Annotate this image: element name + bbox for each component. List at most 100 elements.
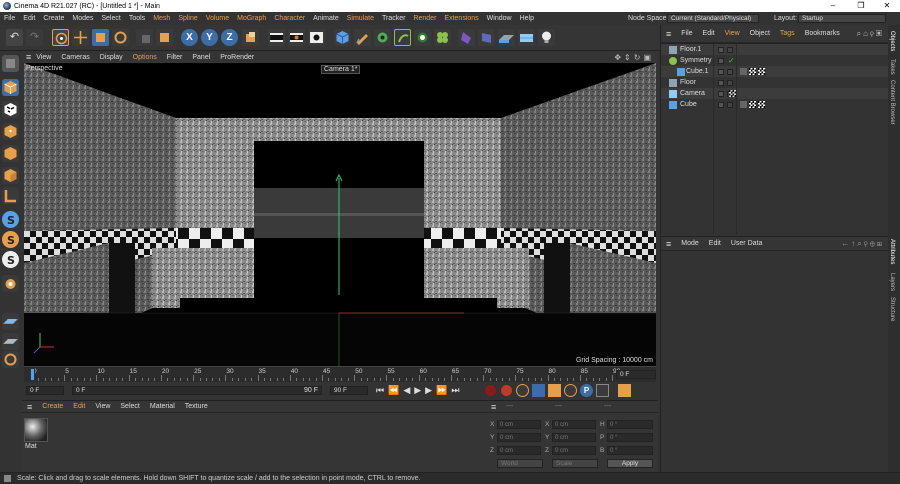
camera-label[interactable]: Camera 1*	[321, 65, 361, 74]
render-toggle[interactable]	[727, 68, 733, 75]
render-toggle[interactable]	[727, 79, 733, 86]
start-frame-field[interactable]: 0 F	[26, 386, 64, 395]
menu-modes[interactable]: Modes	[68, 15, 97, 22]
workplane-snap-icon[interactable]: S	[2, 251, 19, 268]
render-view-icon[interactable]	[268, 29, 285, 46]
x-axis-lock-icon[interactable]: X	[181, 29, 198, 46]
tab-content-browser[interactable]: Content Browser	[889, 80, 895, 125]
attribute-menu-mode[interactable]: Mode	[676, 240, 704, 247]
axis-mode-icon[interactable]	[2, 187, 19, 204]
play-icon[interactable]: ▶	[414, 385, 421, 396]
snap-settings-icon[interactable]: S	[2, 231, 19, 248]
recent-tools-icon[interactable]	[136, 29, 153, 46]
previous-key-icon[interactable]: ⏪	[388, 385, 399, 396]
menu-mesh[interactable]: Mesh	[149, 15, 174, 22]
material-menu-material[interactable]: Material	[145, 403, 180, 410]
material-hamburger-icon[interactable]: ≡	[22, 402, 37, 412]
viewport-menu-panel[interactable]: Panel	[187, 54, 215, 61]
edges-mode-icon[interactable]	[2, 145, 19, 162]
timeline-playhead[interactable]	[30, 368, 35, 381]
cloner-icon[interactable]	[414, 29, 431, 46]
menu-render[interactable]: Render	[409, 15, 440, 22]
object-name[interactable]: Cube.1	[686, 68, 709, 75]
position-key-icon[interactable]	[532, 384, 545, 397]
point-level-icon[interactable]	[596, 384, 609, 397]
object-row-symmetry[interactable]: Symmetry ✓	[661, 55, 889, 66]
phong-tag-icon[interactable]	[740, 101, 747, 108]
tweak-icon[interactable]	[2, 275, 19, 292]
object-row-cube-1[interactable]: Cube.1	[661, 66, 889, 77]
object-menu-bookmarks[interactable]: Bookmarks	[800, 30, 845, 37]
model-mode-icon[interactable]	[2, 79, 19, 96]
close-button[interactable]: ✕	[874, 0, 900, 12]
render-toggle[interactable]	[727, 101, 733, 108]
workplane-icon[interactable]	[2, 313, 19, 330]
tab-attributes[interactable]: Attributes	[889, 239, 895, 264]
material-thumbnail[interactable]	[24, 418, 48, 442]
record-active-objects-icon[interactable]	[484, 384, 497, 397]
menu-edit[interactable]: Edit	[19, 15, 39, 22]
object-menu-edit[interactable]: Edit	[698, 30, 720, 37]
attribute-menu-edit[interactable]: Edit	[704, 240, 726, 247]
object-menu-tags[interactable]: Tags	[775, 30, 800, 37]
texture-tag-icon[interactable]	[749, 101, 756, 108]
object-hamburger-icon[interactable]: ≡	[661, 29, 676, 39]
scheme-settings-icon[interactable]	[618, 384, 631, 397]
menu-window[interactable]: Window	[483, 15, 516, 22]
attribute-navigation-icon[interactable]: ←↑⌕⚲⊕⊞	[841, 239, 884, 249]
autokeying-icon[interactable]	[500, 384, 513, 397]
position-z-field[interactable]: 0 cm	[497, 446, 541, 455]
points-mode-icon[interactable]	[2, 123, 19, 140]
subdivision-icon[interactable]	[374, 29, 391, 46]
menu-spline[interactable]: Spline	[174, 15, 201, 22]
object-name[interactable]: Camera	[680, 90, 705, 97]
viewport-menu-cameras[interactable]: Cameras	[56, 54, 94, 61]
visibility-toggle[interactable]	[718, 68, 724, 75]
visibility-toggle[interactable]	[718, 79, 724, 86]
texture-tag-icon[interactable]	[758, 101, 765, 108]
material-menu-texture[interactable]: Texture	[180, 403, 213, 410]
object-menu-object[interactable]: Object	[745, 30, 775, 37]
move-icon[interactable]	[72, 29, 89, 46]
attribute-menu-user-data[interactable]: User Data	[726, 240, 768, 247]
camera-tag-icon[interactable]	[729, 90, 736, 97]
cube-primitive-icon[interactable]	[334, 29, 351, 46]
go-to-end-icon[interactable]: ⏭	[451, 385, 459, 396]
planar-workplane-icon[interactable]	[2, 351, 19, 368]
material-menu-create[interactable]: Create	[37, 403, 68, 410]
coordinate-hamburger-icon[interactable]: ≡	[486, 402, 501, 412]
viewport-navigation-icon[interactable]: ✥⇕↻▣	[614, 53, 654, 62]
enabled-check-icon[interactable]: ✓	[728, 56, 735, 65]
apply-button[interactable]: Apply	[607, 459, 653, 468]
object-name[interactable]: Floor.1	[680, 46, 701, 53]
go-to-start-icon[interactable]: ⏮	[376, 385, 384, 396]
rotate-icon[interactable]	[112, 29, 129, 46]
camera-object-icon[interactable]	[518, 29, 535, 46]
scale-icon[interactable]	[92, 29, 109, 46]
menu-extensions[interactable]: Extensions	[440, 15, 482, 22]
render-picture-viewer-icon[interactable]	[288, 29, 305, 46]
menu-create[interactable]: Create	[39, 15, 68, 22]
visibility-toggle[interactable]	[718, 90, 724, 97]
visibility-toggle[interactable]	[718, 57, 724, 64]
viewport-menu-options[interactable]: Options	[128, 54, 162, 61]
object-search-icon[interactable]: ⌕⌂⚲▣	[857, 29, 884, 39]
floor-object-icon[interactable]	[498, 29, 515, 46]
snap-icon[interactable]: S	[2, 211, 19, 228]
array-icon[interactable]	[394, 29, 411, 46]
render-toggle[interactable]	[727, 46, 733, 53]
object-menu-view[interactable]: View	[720, 30, 745, 37]
current-frame-slider[interactable]: 0 F	[72, 386, 322, 395]
object-row-cube[interactable]: Cube	[661, 99, 889, 110]
menu-tracker[interactable]: Tracker	[378, 15, 409, 22]
redo-icon[interactable]: ↷	[26, 29, 43, 46]
viewport[interactable]: Perspective Camera 1* Grid Spacing : 100…	[24, 63, 656, 366]
size-z-field[interactable]: 0 cm	[552, 446, 596, 455]
pen-spline-icon[interactable]	[354, 29, 371, 46]
viewport-menu-filter[interactable]: Filter	[162, 54, 188, 61]
y-axis-lock-icon[interactable]: Y	[201, 29, 218, 46]
menu-file[interactable]: File	[0, 15, 19, 22]
make-editable-icon[interactable]	[2, 55, 19, 72]
object-row-floor[interactable]: Floor	[661, 77, 889, 88]
material-menu-select[interactable]: Select	[115, 403, 144, 410]
